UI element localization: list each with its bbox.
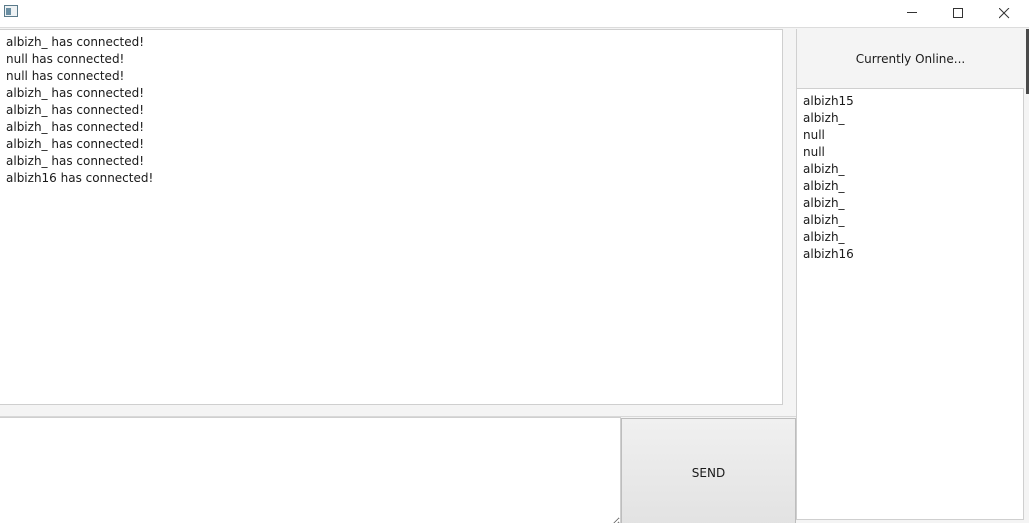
online-user[interactable]: albizh_: [803, 161, 1023, 178]
send-button[interactable]: SEND: [621, 418, 796, 523]
online-user[interactable]: albizh_: [803, 195, 1023, 212]
close-icon: [999, 8, 1010, 19]
chat-message: null has connected!: [6, 69, 125, 83]
chat-message: albizh_ has connected!: [6, 154, 145, 168]
online-user[interactable]: albizh15: [803, 93, 1023, 110]
online-users-list[interactable]: albizh15 albizh_ null null albizh_ albiz…: [796, 88, 1024, 520]
chat-window: albizh_ has connected! null has connecte…: [0, 0, 1029, 523]
chat-message: albizh_ has connected!: [6, 103, 145, 117]
app-window-icon: [4, 5, 18, 17]
chat-message: albizh16 has connected!: [6, 171, 154, 185]
chat-message: null has connected!: [6, 52, 125, 66]
minimize-button[interactable]: [889, 0, 935, 27]
maximize-icon: [953, 8, 963, 18]
maximize-button[interactable]: [935, 0, 981, 27]
chat-message: albizh_ has connected!: [6, 137, 145, 151]
online-users-title: Currently Online...: [855, 51, 966, 66]
chat-message: albizh_ has connected!: [6, 35, 145, 49]
message-input[interactable]: [0, 417, 621, 523]
online-user[interactable]: albizh_: [803, 178, 1023, 195]
online-users-header: Currently Online...: [796, 29, 1024, 88]
online-user[interactable]: albizh_: [803, 229, 1023, 246]
title-bar[interactable]: [0, 0, 1029, 28]
window-edge: [1024, 29, 1029, 523]
chat-message: albizh_ has connected!: [6, 120, 145, 134]
online-user[interactable]: albizh16: [803, 246, 1023, 263]
send-button-label: SEND: [691, 466, 726, 480]
chat-message: albizh_ has connected!: [6, 86, 145, 100]
chat-log[interactable]: albizh_ has connected! null has connecte…: [0, 29, 783, 405]
online-user[interactable]: albizh_: [803, 212, 1023, 229]
online-user[interactable]: null: [803, 127, 1023, 144]
minimize-icon: [907, 12, 917, 13]
close-button[interactable]: [981, 0, 1027, 27]
online-user[interactable]: albizh_: [803, 110, 1023, 127]
online-user[interactable]: null: [803, 144, 1023, 161]
